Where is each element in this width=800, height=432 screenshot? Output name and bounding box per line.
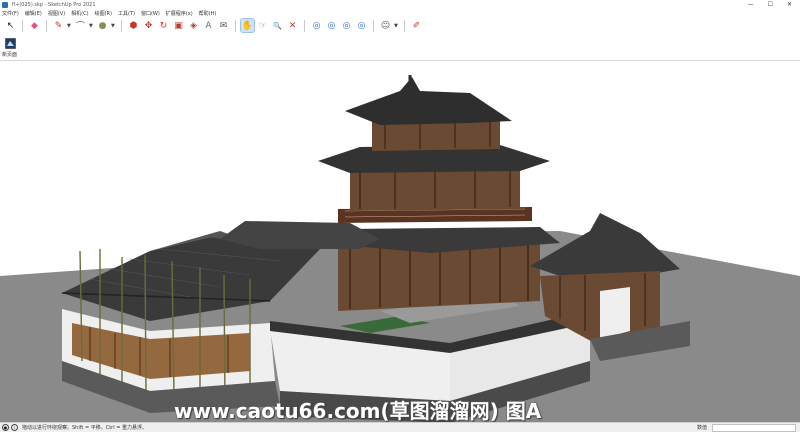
measurements-input[interactable] [712,424,796,432]
account-icon[interactable]: ☺ [379,19,392,32]
select-tool-icon[interactable]: ↖ [4,19,17,32]
window-controls: — ☐ ✕ [748,1,792,8]
tape-measure-icon[interactable]: A [202,19,215,32]
arc-tool-icon[interactable]: ⌒ [74,19,87,32]
menu-help[interactable]: 帮助(H) [199,10,217,17]
toolbar-divider [22,19,23,32]
menu-bar: 文件(F) 编辑(E) 视图(V) 相机(C) 绘图(R) 工具(T) 窗口(W… [0,9,800,17]
window-title: fl+(025).skp - SketchUp Pro 2021 [12,1,96,8]
pencil-tool-icon[interactable]: ✎ [52,19,65,32]
extension-warehouse-icon[interactable]: ◎ [325,19,338,32]
toolbar-divider [304,19,305,32]
pavilion-model-render [0,75,800,422]
status-hint: 拖动以进行环绕观察。Shift = 平移。Ctrl = 重力悬浮。 [22,425,147,431]
push-pull-tool-icon[interactable]: ⬢ [127,19,140,32]
info-icon[interactable]: ● [2,424,9,431]
menu-draw[interactable]: 绘图(R) [95,10,112,17]
pavilion-top-roof [345,77,512,125]
toolbar-divider [373,19,374,32]
zoom-extents-icon[interactable]: ✕ [286,19,299,32]
toolbar-divider [46,19,47,32]
scenes-toolbar: 新页面 [0,34,800,60]
minimize-button[interactable]: — [748,1,754,8]
layout-icon[interactable]: ◎ [340,19,353,32]
chevron-down-icon[interactable]: ▼ [111,23,116,29]
model-viewport[interactable] [0,60,800,422]
eraser-tool-icon[interactable]: ◆ [28,19,41,32]
menu-window[interactable]: 窗口(W) [141,10,160,17]
chevron-down-icon[interactable]: ▼ [67,23,72,29]
pan-tool-icon[interactable]: ☞ [256,19,269,32]
menu-camera[interactable]: 相机(C) [71,10,88,17]
scene-tab-label[interactable]: 新页面 [2,51,17,58]
watermark-text: www.caotu66.com(草图溜溜网) 图A [174,399,542,423]
move-tool-icon[interactable]: ✥ [142,19,155,32]
chevron-down-icon[interactable]: ▼ [89,23,94,29]
style-builder-icon[interactable]: ◎ [355,19,368,32]
rear-hall-roof [220,221,380,249]
orbit-tool-icon[interactable]: ✋ [240,18,255,33]
text-tool-icon[interactable]: ✉ [217,19,230,32]
toolbar-divider [121,19,122,32]
menu-tools[interactable]: 工具(T) [118,10,135,17]
title-bar: fl+(025).skp - SketchUp Pro 2021 — ☐ ✕ [0,0,800,9]
menu-edit[interactable]: 编辑(E) [25,10,42,17]
3d-warehouse-icon[interactable]: ◎ [310,19,323,32]
scene-button[interactable] [3,36,17,50]
close-button[interactable]: ✕ [787,1,792,8]
menu-extensions[interactable]: 扩展程序(x) [166,10,193,17]
toolbar-divider [404,19,405,32]
menu-view[interactable]: 视图(V) [48,10,65,17]
status-bar: ● i 拖动以进行环绕观察。Shift = 平移。Ctrl = 重力悬浮。 数值 [0,422,800,432]
shape-tool-icon[interactable]: ● [96,19,109,32]
offset-tool-icon[interactable]: ◈ [187,19,200,32]
maximize-button[interactable]: ☐ [768,1,773,8]
zoom-tool-icon[interactable]: 🔍 [271,19,284,32]
menu-file[interactable]: 文件(F) [2,10,19,17]
scene-thumbnail-icon [4,37,16,49]
rotate-tool-icon[interactable]: ↻ [157,19,170,32]
measurements-label: 数值 [697,425,708,431]
main-toolbar: ↖ ◆ ✎ ▼ ⌒ ▼ ● ▼ ⬢ ✥ ↻ ▣ ◈ A ✉ ✋ ☞ 🔍 ✕ ◎ … [0,17,800,34]
geo-location-icon[interactable]: i [11,424,18,431]
scale-tool-icon[interactable]: ▣ [172,19,185,32]
chevron-down-icon[interactable]: ▼ [394,23,399,29]
report-icon[interactable]: ✐ [410,19,423,32]
toolbar-divider [235,19,236,32]
sketchup-app-icon [2,1,8,8]
